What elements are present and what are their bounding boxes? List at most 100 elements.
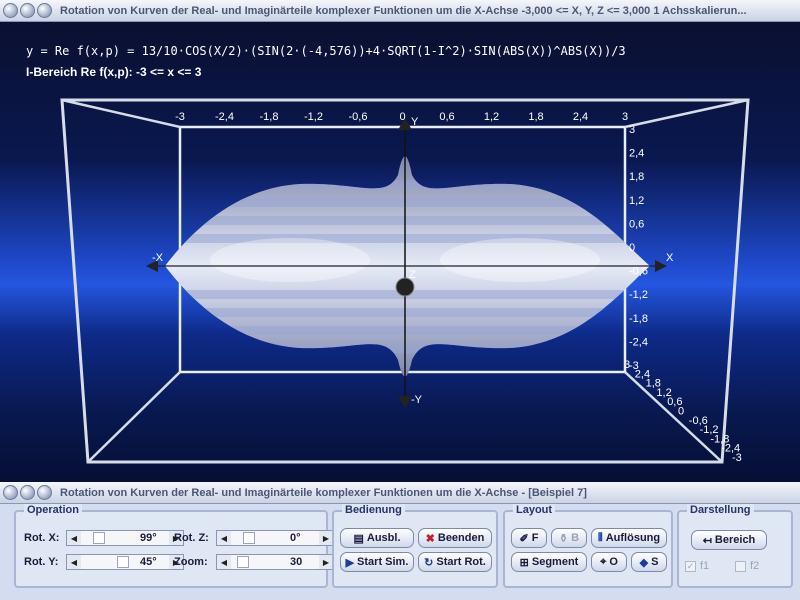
o-button[interactable]: ⌖ O	[591, 552, 627, 572]
grid-icon: ⊞	[519, 556, 529, 569]
sub-window-controls	[3, 485, 52, 500]
layout-label: Layout	[513, 504, 556, 516]
rot-z-value: 0°	[290, 532, 301, 544]
top-tick-label: -0,6	[349, 111, 368, 123]
right-tick-label: -0,6	[629, 266, 648, 278]
right-tick-labels: 32,41,81,20,60-0,6-1,2-1,8-2,4-3	[629, 124, 648, 372]
minimize-icon[interactable]	[20, 3, 35, 18]
top-tick-label: -1,8	[260, 111, 279, 123]
checkbox-icon: ✓	[685, 560, 696, 572]
arrow-right-icon[interactable]: ▶	[319, 531, 333, 545]
close-icon: ✖	[425, 532, 435, 545]
top-tick-label: 2,4	[573, 111, 588, 123]
f1-checkbox[interactable]: ✓ f1	[685, 560, 709, 572]
window-titlebar[interactable]: Rotation von Kurven der Real- und Imagin…	[0, 0, 800, 22]
zoom-slider[interactable]: ◀ ▶	[216, 554, 334, 570]
f2-checkbox[interactable]: f2	[735, 560, 759, 572]
slider-thumb[interactable]	[93, 532, 105, 544]
darstellung-label: Darstellung	[687, 504, 754, 516]
axis-neg-x-label: -X	[152, 252, 164, 264]
ausbl-button[interactable]: ▤ Ausbl.	[340, 528, 414, 548]
arrow-right-icon[interactable]: ▶	[319, 555, 333, 569]
start-sim-button[interactable]: ▶ Start Sim.	[340, 552, 414, 572]
zoom-value: 30	[290, 556, 303, 568]
arrow-left-icon[interactable]: ◀	[217, 531, 231, 545]
range-text: I-Bereich Re f(x,p): -3 <= x <= 3	[26, 65, 202, 79]
brush-icon: ✐	[519, 532, 529, 545]
right-tick-label: 1,2	[629, 195, 644, 207]
axis-y-label: Y	[411, 116, 419, 128]
top-tick-label: 1,2	[484, 111, 499, 123]
right-tick-label: -1,2	[629, 289, 648, 301]
operation-label: Operation	[24, 504, 82, 516]
bucket-icon: ⚱	[558, 532, 569, 545]
right-tick-label: 2,4	[629, 148, 644, 160]
right-tick-label: 3	[629, 124, 635, 136]
darstellung-group: Darstellung ↤ Bereich ✓ f1 f2	[677, 504, 793, 588]
rot-x-value: 99°	[140, 532, 157, 544]
rot-y-value: 45°	[140, 556, 157, 568]
arrow-left-icon[interactable]: ◀	[217, 555, 231, 569]
bereich-button[interactable]: ↤ Bereich	[691, 530, 767, 550]
beenden-button[interactable]: ✖ Beenden	[418, 528, 492, 548]
z-tick-labels: 32,41,81,20,60-0,6-1,2-1,8-2,4-3	[624, 359, 742, 464]
top-tick-label: -2,4	[215, 111, 234, 123]
top-tick-label: 1,8	[528, 111, 543, 123]
checkbox-icon	[735, 560, 746, 572]
menu-icon[interactable]	[3, 3, 18, 18]
arrow-left-icon[interactable]: ◀	[67, 555, 81, 569]
neg-y-axis-arrow	[398, 396, 412, 408]
layout-group: Layout ✐ F ⚱ B ⦀ Auflösung ⊞ Segment ⌖ O ◆ S	[503, 504, 673, 588]
formula-text: y = Re f(x,p) = 13/10·COS(X/2)·(SIN(2·(-…	[26, 44, 626, 58]
window-title: Rotation von Kurven der Real- und Imagin…	[60, 4, 747, 17]
axis-x-label: X	[666, 252, 674, 264]
document-icon: ▤	[353, 532, 364, 545]
b-button[interactable]: ⚱ B	[551, 528, 587, 548]
aufloesung-button[interactable]: ⦀ Auflösung	[591, 528, 667, 548]
rot-x-slider[interactable]: ◀ ▶	[66, 530, 184, 546]
right-tick-label: 0,6	[629, 218, 644, 230]
segment-button[interactable]: ⊞ Segment	[511, 552, 587, 572]
sub-window-titlebar[interactable]: Rotation von Kurven der Real- und Imagin…	[0, 482, 800, 504]
z-tick-label: 0	[678, 406, 684, 418]
top-tick-label: 0	[399, 111, 405, 123]
start-rot-button[interactable]: ↻ Start Rot.	[418, 552, 492, 572]
sub-window-title: Rotation von Kurven der Real- und Imagin…	[60, 486, 587, 499]
f-button[interactable]: ✐ F	[511, 528, 547, 548]
crosshair-icon: ⌖	[600, 555, 607, 568]
rot-z-label: Rot. Z:	[174, 532, 209, 544]
rot-y-slider[interactable]: ◀ ▶	[66, 554, 184, 570]
menu-icon[interactable]	[3, 485, 18, 500]
operation-group: Operation Rot. X: ◀ ▶ 99° Rot. Y: ◀ ▶ 45…	[14, 504, 334, 588]
s-button[interactable]: ◆ S	[631, 552, 667, 572]
eraser-icon: ◆	[639, 556, 649, 569]
right-tick-label: 0	[629, 242, 635, 254]
rot-z-slider[interactable]: ◀ ▶	[216, 530, 334, 546]
maximize-icon[interactable]	[37, 485, 52, 500]
slider-thumb[interactable]	[117, 556, 129, 568]
top-tick-label: -1,2	[304, 111, 323, 123]
plot-svg: Y -Y X -X Z -3 -2,4 -1,8 -1,2 -0,6 0 0,6 1,2 1,8…	[60, 98, 750, 464]
top-tick-label: 3	[622, 111, 628, 123]
axis-neg-y-label: -Y	[411, 394, 423, 406]
maximize-icon[interactable]	[37, 3, 52, 18]
slider-thumb[interactable]	[243, 532, 255, 544]
minimize-icon[interactable]	[20, 485, 35, 500]
rot-x-label: Rot. X:	[24, 532, 60, 544]
top-tick-labels: -3 -2,4 -1,8 -1,2 -0,6 0 0,6 1,2 1,8 2,4 3	[175, 111, 628, 123]
right-tick-label: -1,8	[629, 313, 648, 325]
axis-z-label: Z	[409, 269, 416, 281]
window-controls	[3, 3, 52, 18]
right-tick-label: -2,4	[629, 336, 648, 348]
rot-y-label: Rot. Y:	[24, 556, 59, 568]
resolution-icon: ⦀	[597, 531, 603, 544]
bedienung-label: Bedienung	[342, 504, 405, 516]
right-tick-label: 1,8	[629, 171, 644, 183]
control-panel: Operation Rot. X: ◀ ▶ 99° Rot. Y: ◀ ▶ 45…	[0, 504, 800, 600]
slider-thumb[interactable]	[237, 556, 249, 568]
z-tick-label: -3	[732, 452, 742, 464]
arrow-left-icon[interactable]: ◀	[67, 531, 81, 545]
plot-canvas[interactable]: Y -Y X -X Z -3 -2,4 -1,8 -1,2 -0,6 0 0,6 1,2 1,8…	[0, 22, 800, 482]
zoom-label: Zoom:	[174, 556, 208, 568]
range-icon: ↤	[702, 534, 712, 547]
